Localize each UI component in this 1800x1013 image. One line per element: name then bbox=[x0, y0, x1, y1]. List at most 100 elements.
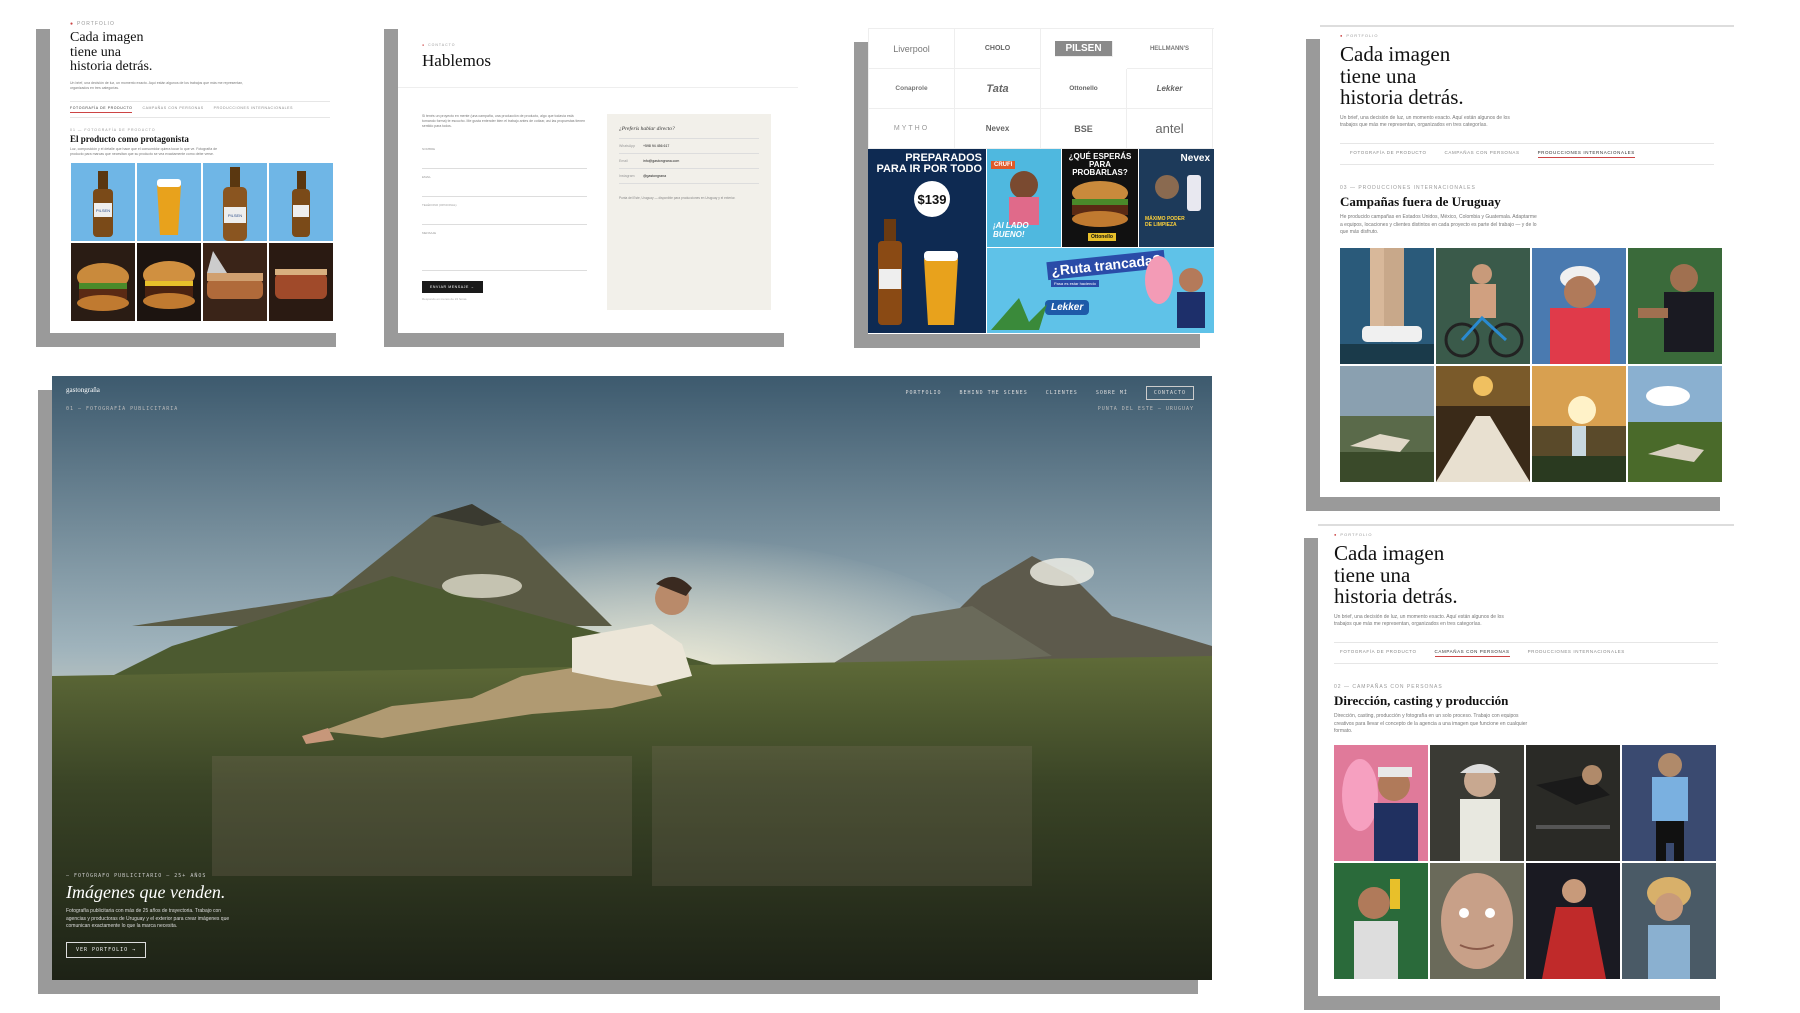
logo-lekker: Lekker bbox=[1127, 69, 1213, 109]
nav-portfolio[interactable]: PORTFOLIO bbox=[905, 390, 941, 396]
waterfall-sunset-photo[interactable] bbox=[1532, 366, 1626, 483]
hero-caption-left: 01 — FOTOGRAFÍA PUBLICITARIA bbox=[66, 406, 179, 412]
email-field[interactable]: Email bbox=[422, 175, 587, 198]
contact-row-email[interactable]: Email info@gastongrana.com bbox=[619, 153, 759, 168]
portfolio-product-card: ● Portfolio Cada imagen tiene una histori… bbox=[50, 15, 350, 333]
tab-product[interactable]: Fotografía de producto bbox=[70, 106, 133, 114]
section-title: Campañas fuera de Uruguay bbox=[1340, 194, 1501, 210]
athlete-photo[interactable] bbox=[1628, 248, 1722, 365]
tab-people[interactable]: Campañas con personas bbox=[1445, 150, 1520, 158]
logo-pilsen: PILSEN bbox=[1055, 41, 1113, 57]
section-title: El producto como protagonista bbox=[70, 134, 189, 145]
eyebrow: ● Portfolio bbox=[1340, 33, 1379, 38]
burger-photo[interactable] bbox=[71, 243, 135, 322]
page-title: Cada imagen tiene una historia detrás. bbox=[1340, 42, 1464, 110]
logo-mytho: MYTHO bbox=[869, 109, 955, 149]
cyclist-shoes-photo[interactable] bbox=[1340, 248, 1434, 365]
ad-lekker[interactable]: ¿Ruta trancada? Pasa es estar haciendo L… bbox=[987, 248, 1214, 333]
dinner-table-photo[interactable] bbox=[1436, 366, 1530, 483]
submit-button[interactable]: Enviar mensaje → bbox=[422, 281, 483, 294]
hero-section: gastongraña PORTFOLIO BEHIND THE SCENES … bbox=[52, 376, 1212, 980]
old-man-photo[interactable] bbox=[1430, 745, 1524, 862]
beer-bottle-photo[interactable]: PILSEN bbox=[71, 163, 135, 242]
logo-tata: Tata bbox=[955, 69, 1041, 109]
field-rest-photo[interactable] bbox=[1628, 366, 1722, 483]
tab-people[interactable]: Campañas con personas bbox=[142, 106, 203, 113]
closeup-face-photo[interactable] bbox=[1430, 863, 1524, 980]
hero-description: Fotografía publicitaria con más de 25 añ… bbox=[66, 908, 230, 929]
red-dress-photo[interactable] bbox=[1526, 863, 1620, 980]
beer-glass-photo[interactable] bbox=[137, 163, 201, 242]
ad-ottonello[interactable]: ¿QUÉ ESPERÁS PARA PROBARLAS? Ottonello bbox=[1062, 149, 1138, 247]
portfolio-people-card: ● Portfolio Cada imagen tiene una histori… bbox=[1318, 524, 1734, 996]
category-tabs: Fotografía de producto Campañas con pers… bbox=[1334, 642, 1718, 665]
nav-clientes[interactable]: CLIENTES bbox=[1046, 390, 1078, 396]
hero-title: Imágenes que venden. bbox=[66, 882, 226, 902]
sandwich-photo[interactable] bbox=[203, 243, 267, 322]
resting-hiker-photo[interactable] bbox=[1340, 366, 1434, 483]
hero-caption-right: PUNTA DEL ESTE — URUGUAY bbox=[1097, 406, 1194, 412]
eyebrow: ● Portfolio bbox=[1334, 532, 1373, 537]
logo-antel: antel bbox=[1127, 109, 1213, 149]
message-field[interactable]: Mensaje bbox=[422, 231, 587, 272]
section-eyebrow: 02 — Campañas con personas bbox=[1334, 684, 1443, 691]
clients-card: Liverpool CHOLO PILSEN HELLMANN'S Conapr… bbox=[868, 28, 1214, 334]
ad-pilsen[interactable]: PREPARADOS PARA IR POR TODO $139 bbox=[868, 149, 986, 333]
tab-international[interactable]: Producciones internacionales bbox=[1537, 150, 1635, 159]
page-title: Hablemos bbox=[422, 51, 491, 70]
eyebrow: ● Contacto bbox=[422, 43, 456, 47]
client-logo-grid: Liverpool CHOLO PILSEN HELLMANN'S Conapr… bbox=[868, 28, 1214, 149]
box-title: ¿Preferís hablar directo? bbox=[619, 126, 675, 132]
main-nav: PORTFOLIO BEHIND THE SCENES CLIENTES SOB… bbox=[905, 386, 1194, 400]
hero-landscape-photo bbox=[52, 376, 1212, 980]
tab-international[interactable]: Producciones internacionales bbox=[214, 106, 293, 113]
logo-conaprole: Conaprole bbox=[869, 69, 955, 109]
contact-form: Si tenés un proyecto en mente (una campa… bbox=[422, 114, 587, 310]
burger-photo-2[interactable] bbox=[137, 243, 201, 322]
ad-crufi[interactable]: CRUFI ¡Al LADO BUENO! bbox=[987, 149, 1061, 247]
name-field[interactable]: Nombre bbox=[422, 147, 587, 170]
cyclist-helmet-photo[interactable] bbox=[1532, 248, 1626, 365]
phone-field[interactable]: Teléfono (opcional) bbox=[422, 203, 587, 226]
site-logo[interactable]: gastongraña bbox=[66, 386, 100, 394]
section-text: He producido campañas en Estados Unidos,… bbox=[1340, 214, 1537, 235]
tab-international[interactable]: Producciones internacionales bbox=[1528, 649, 1625, 657]
tab-product[interactable]: Fotografía de producto bbox=[1350, 150, 1427, 158]
contact-card: ● Contacto Hablemos Si tenés un proyecto … bbox=[398, 15, 798, 333]
section-eyebrow: 03 — Producciones internacionales bbox=[1340, 185, 1476, 192]
direct-contact-box: ¿Preferís hablar directo? WhatsApp +598 9… bbox=[607, 114, 771, 310]
intro-text: Si tenés un proyecto en mente (una campa… bbox=[422, 114, 586, 129]
intro-text: Un brief, una decisión de luz, un moment… bbox=[70, 81, 244, 91]
category-tabs: Fotografía de producto Campañas con pers… bbox=[70, 101, 330, 119]
flying-man-photo[interactable] bbox=[1526, 745, 1620, 862]
nav-behind-the-scenes[interactable]: BEHIND THE SCENES bbox=[960, 390, 1028, 396]
ad-nevex[interactable]: Nevex MÁXIMO PODER DE LIMPIEZA bbox=[1139, 149, 1214, 247]
nav-contacto-button[interactable]: CONTACTO bbox=[1145, 386, 1194, 400]
mountain-biker-photo[interactable] bbox=[1436, 248, 1530, 365]
location-text: Punta del Este, Uruguay — disponible par… bbox=[619, 196, 736, 200]
svg-text:PILSEN: PILSEN bbox=[228, 213, 242, 218]
logo-ottonello: Ottonello bbox=[1041, 69, 1127, 109]
beer-bottle-ice-photo[interactable]: PILSEN bbox=[203, 163, 267, 242]
sandwich-photo-2[interactable] bbox=[269, 243, 333, 322]
footnote: Respondo en menos de 24 horas. bbox=[422, 297, 468, 302]
soccer-player-photo[interactable] bbox=[1622, 745, 1716, 862]
beer-bottle-photo-2[interactable] bbox=[269, 163, 333, 242]
intro-text: Un brief, una decisión de luz, un moment… bbox=[1334, 613, 1504, 628]
view-portfolio-button[interactable]: VER PORTFOLIO → bbox=[66, 942, 147, 958]
eyebrow: ● Portfolio bbox=[70, 21, 115, 27]
contact-row-whatsapp[interactable]: WhatsApp +598 94 456 617 bbox=[619, 138, 759, 153]
nav-sobre-mi[interactable]: SOBRE MÍ bbox=[1096, 390, 1128, 396]
ad-collage: PREPARADOS PARA IR POR TODO $139 CRUFI ¡… bbox=[868, 149, 1214, 333]
tab-people[interactable]: Campañas con personas bbox=[1434, 649, 1510, 658]
tab-product[interactable]: Fotografía de producto bbox=[1340, 649, 1417, 657]
people-gallery bbox=[1334, 745, 1718, 980]
helmet-woman-photo[interactable] bbox=[1622, 863, 1716, 980]
contact-row-instagram[interactable]: Instagram @gastongrana bbox=[619, 168, 759, 184]
drinking-man-photo[interactable] bbox=[1334, 863, 1428, 980]
flamingo-man-photo[interactable] bbox=[1334, 745, 1428, 862]
page-title: Cada imagen tiene una historia detrás. bbox=[70, 30, 153, 75]
section-eyebrow: 01 — Fotografía de producto bbox=[70, 128, 156, 133]
logo-nevex: Nevex bbox=[955, 109, 1041, 149]
section-text: Luz, composición y el detalle que hace q… bbox=[70, 147, 218, 157]
